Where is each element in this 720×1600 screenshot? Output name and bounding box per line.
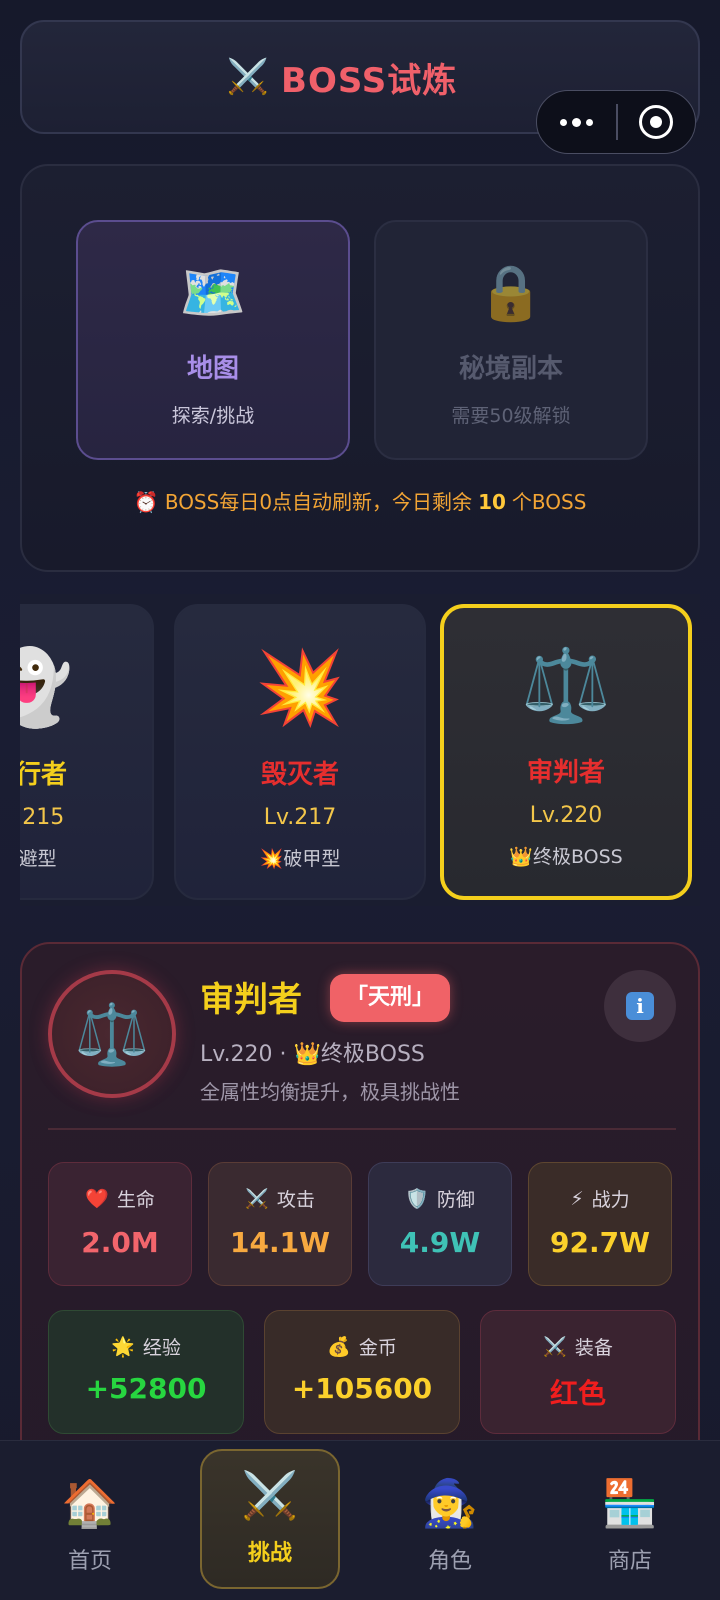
shield-icon: 🛡️ [405, 1188, 429, 1210]
store-icon: 🏪 [601, 1476, 659, 1530]
boss-name: 毁灭者 [260, 760, 339, 790]
boss-level: Lv.215 [20, 805, 65, 830]
close-button[interactable] [618, 91, 695, 153]
stat-power: ⚡ 战力 92.7W [528, 1162, 672, 1286]
boss-name: 审判者 [526, 758, 605, 788]
reward-label: 装备 [574, 1337, 613, 1359]
stat-label: 攻击 [276, 1189, 315, 1211]
explosion-icon: 💥 [255, 645, 345, 729]
money-bag-icon: 💰 [327, 1336, 351, 1358]
map-mode-card[interactable]: 🗺️ 地图 探索/挑战 [76, 220, 350, 460]
reward-equipment: ⚔️ 装备 红色 [480, 1310, 676, 1434]
boss-card[interactable]: 👻 迷行者 Lv.215 闪避型 [20, 604, 154, 900]
stat-hp: ❤️ 生命 2.0M [48, 1162, 192, 1286]
stat-value: 2.0M [81, 1226, 159, 1259]
stat-attack: ⚔️ 攻击 14.1W [208, 1162, 352, 1286]
crossed-swords-icon: ⚔️ [241, 1468, 299, 1522]
reward-value: +52800 [85, 1372, 207, 1405]
stat-label: 防御 [436, 1189, 475, 1211]
tab-home[interactable]: 🏠 首页 [20, 1459, 160, 1599]
boss-level: Lv.220 [529, 803, 603, 828]
map-mode-label: 地图 [186, 354, 239, 384]
stat-value: 14.1W [230, 1226, 330, 1259]
tab-label: 首页 [67, 1549, 112, 1574]
boss-card-selected[interactable]: ⚖️ 审判者 Lv.220 👑终极BOSS [440, 604, 692, 900]
tab-challenge[interactable]: ⚔️ 挑战 [200, 1449, 340, 1589]
secret-dungeon-label: 秘境副本 [458, 354, 563, 384]
boss-name: 迷行者 [20, 760, 67, 790]
target-close-icon [639, 105, 674, 139]
reward-value: +105600 [291, 1372, 433, 1405]
refresh-suffix: 个BOSS [511, 490, 587, 514]
boss-type: 👑终极BOSS [509, 846, 623, 868]
star-icon: 🌟 [111, 1336, 135, 1358]
tab-character[interactable]: 🧙‍♀️ 角色 [380, 1459, 520, 1599]
world-map-icon: 🗺️ [179, 261, 247, 324]
info-icon: i [626, 992, 654, 1020]
secret-dungeon-card[interactable]: 🔒 秘境副本 需要50级解锁 [374, 220, 648, 460]
lock-icon: 🔒 [477, 261, 545, 324]
crossed-swords-icon: ⚔️ [245, 1188, 269, 1210]
refresh-notice: ⏰ BOSS每日0点自动刷新，今日剩余 10 个BOSS [22, 486, 698, 515]
tab-shop[interactable]: 🏪 商店 [560, 1459, 700, 1599]
mode-panel: 🗺️ 地图 探索/挑战 🔒 秘境副本 需要50级解锁 ⏰ BOSS每日0点自动刷… [20, 164, 700, 572]
stat-label: 战力 [591, 1189, 630, 1211]
stat-value: 92.7W [550, 1226, 650, 1259]
page-title: ⚔️ BOSS试炼 [227, 53, 458, 102]
remaining-boss-count: 10 [478, 490, 506, 514]
bottom-tab-bar: 🏠 首页 ⚔️ 挑战 🧙‍♀️ 角色 🏪 商店 [0, 1440, 720, 1600]
boss-carousel[interactable]: 👻 迷行者 Lv.215 闪避型 💥 毁灭者 Lv.217 💥破甲型 ⚖️ 审判… [20, 594, 700, 906]
boss-type: 💥破甲型 [259, 848, 341, 870]
boss-trial-page: ⚔️ BOSS试炼 🗺️ 地图 探索/挑战 🔒 秘境副本 需要50级解锁 ⏰ B… [0, 0, 720, 1600]
mini-program-capsule [536, 90, 696, 154]
reward-label: 经验 [142, 1337, 181, 1359]
tab-label: 角色 [427, 1549, 472, 1574]
scales-icon: ⚖️ [521, 643, 611, 727]
divider [48, 1128, 676, 1130]
boss-title-badge: 「天刑」 [330, 974, 451, 1022]
house-icon: 🏠 [61, 1476, 119, 1530]
secret-dungeon-desc: 需要50级解锁 [451, 405, 571, 427]
reward-label: 金币 [358, 1337, 397, 1359]
tab-label: 商店 [607, 1549, 652, 1574]
stat-label: 生命 [116, 1189, 155, 1211]
boss-detail-name: 审判者 [200, 980, 302, 1020]
stat-defense: 🛡️ 防御 4.9W [368, 1162, 512, 1286]
mage-icon: 🧙‍♀️ [421, 1476, 479, 1530]
more-dots-icon[interactable] [537, 91, 616, 153]
reward-value: 红色 [549, 1377, 606, 1410]
boss-detail-desc: 全属性均衡提升，极具挑战性 [200, 1080, 460, 1104]
crossed-swords-icon: ⚔️ [226, 57, 270, 97]
boss-avatar: ⚖️ [48, 970, 176, 1098]
map-mode-desc: 探索/挑战 [171, 405, 255, 427]
boss-level: Lv.217 [263, 805, 337, 830]
info-button[interactable]: i [604, 970, 676, 1042]
tab-label: 挑战 [247, 1541, 292, 1566]
reward-exp: 🌟 经验 +52800 [48, 1310, 244, 1434]
lightning-icon: ⚡ [570, 1187, 584, 1210]
ghost-icon: 👻 [20, 645, 73, 729]
crossed-swords-icon: ⚔️ [543, 1336, 567, 1358]
boss-detail-meta: Lv.220 · 👑终极BOSS [200, 1042, 425, 1067]
boss-type: 闪避型 [20, 848, 57, 870]
reward-gold: 💰 金币 +105600 [264, 1310, 460, 1434]
page-title-text: BOSS试炼 [281, 60, 458, 101]
refresh-prefix: ⏰ BOSS每日0点自动刷新，今日剩余 [133, 490, 473, 514]
boss-card[interactable]: 💥 毁灭者 Lv.217 💥破甲型 [174, 604, 426, 900]
heart-icon: ❤️ [85, 1188, 109, 1210]
stat-value: 4.9W [399, 1226, 481, 1259]
